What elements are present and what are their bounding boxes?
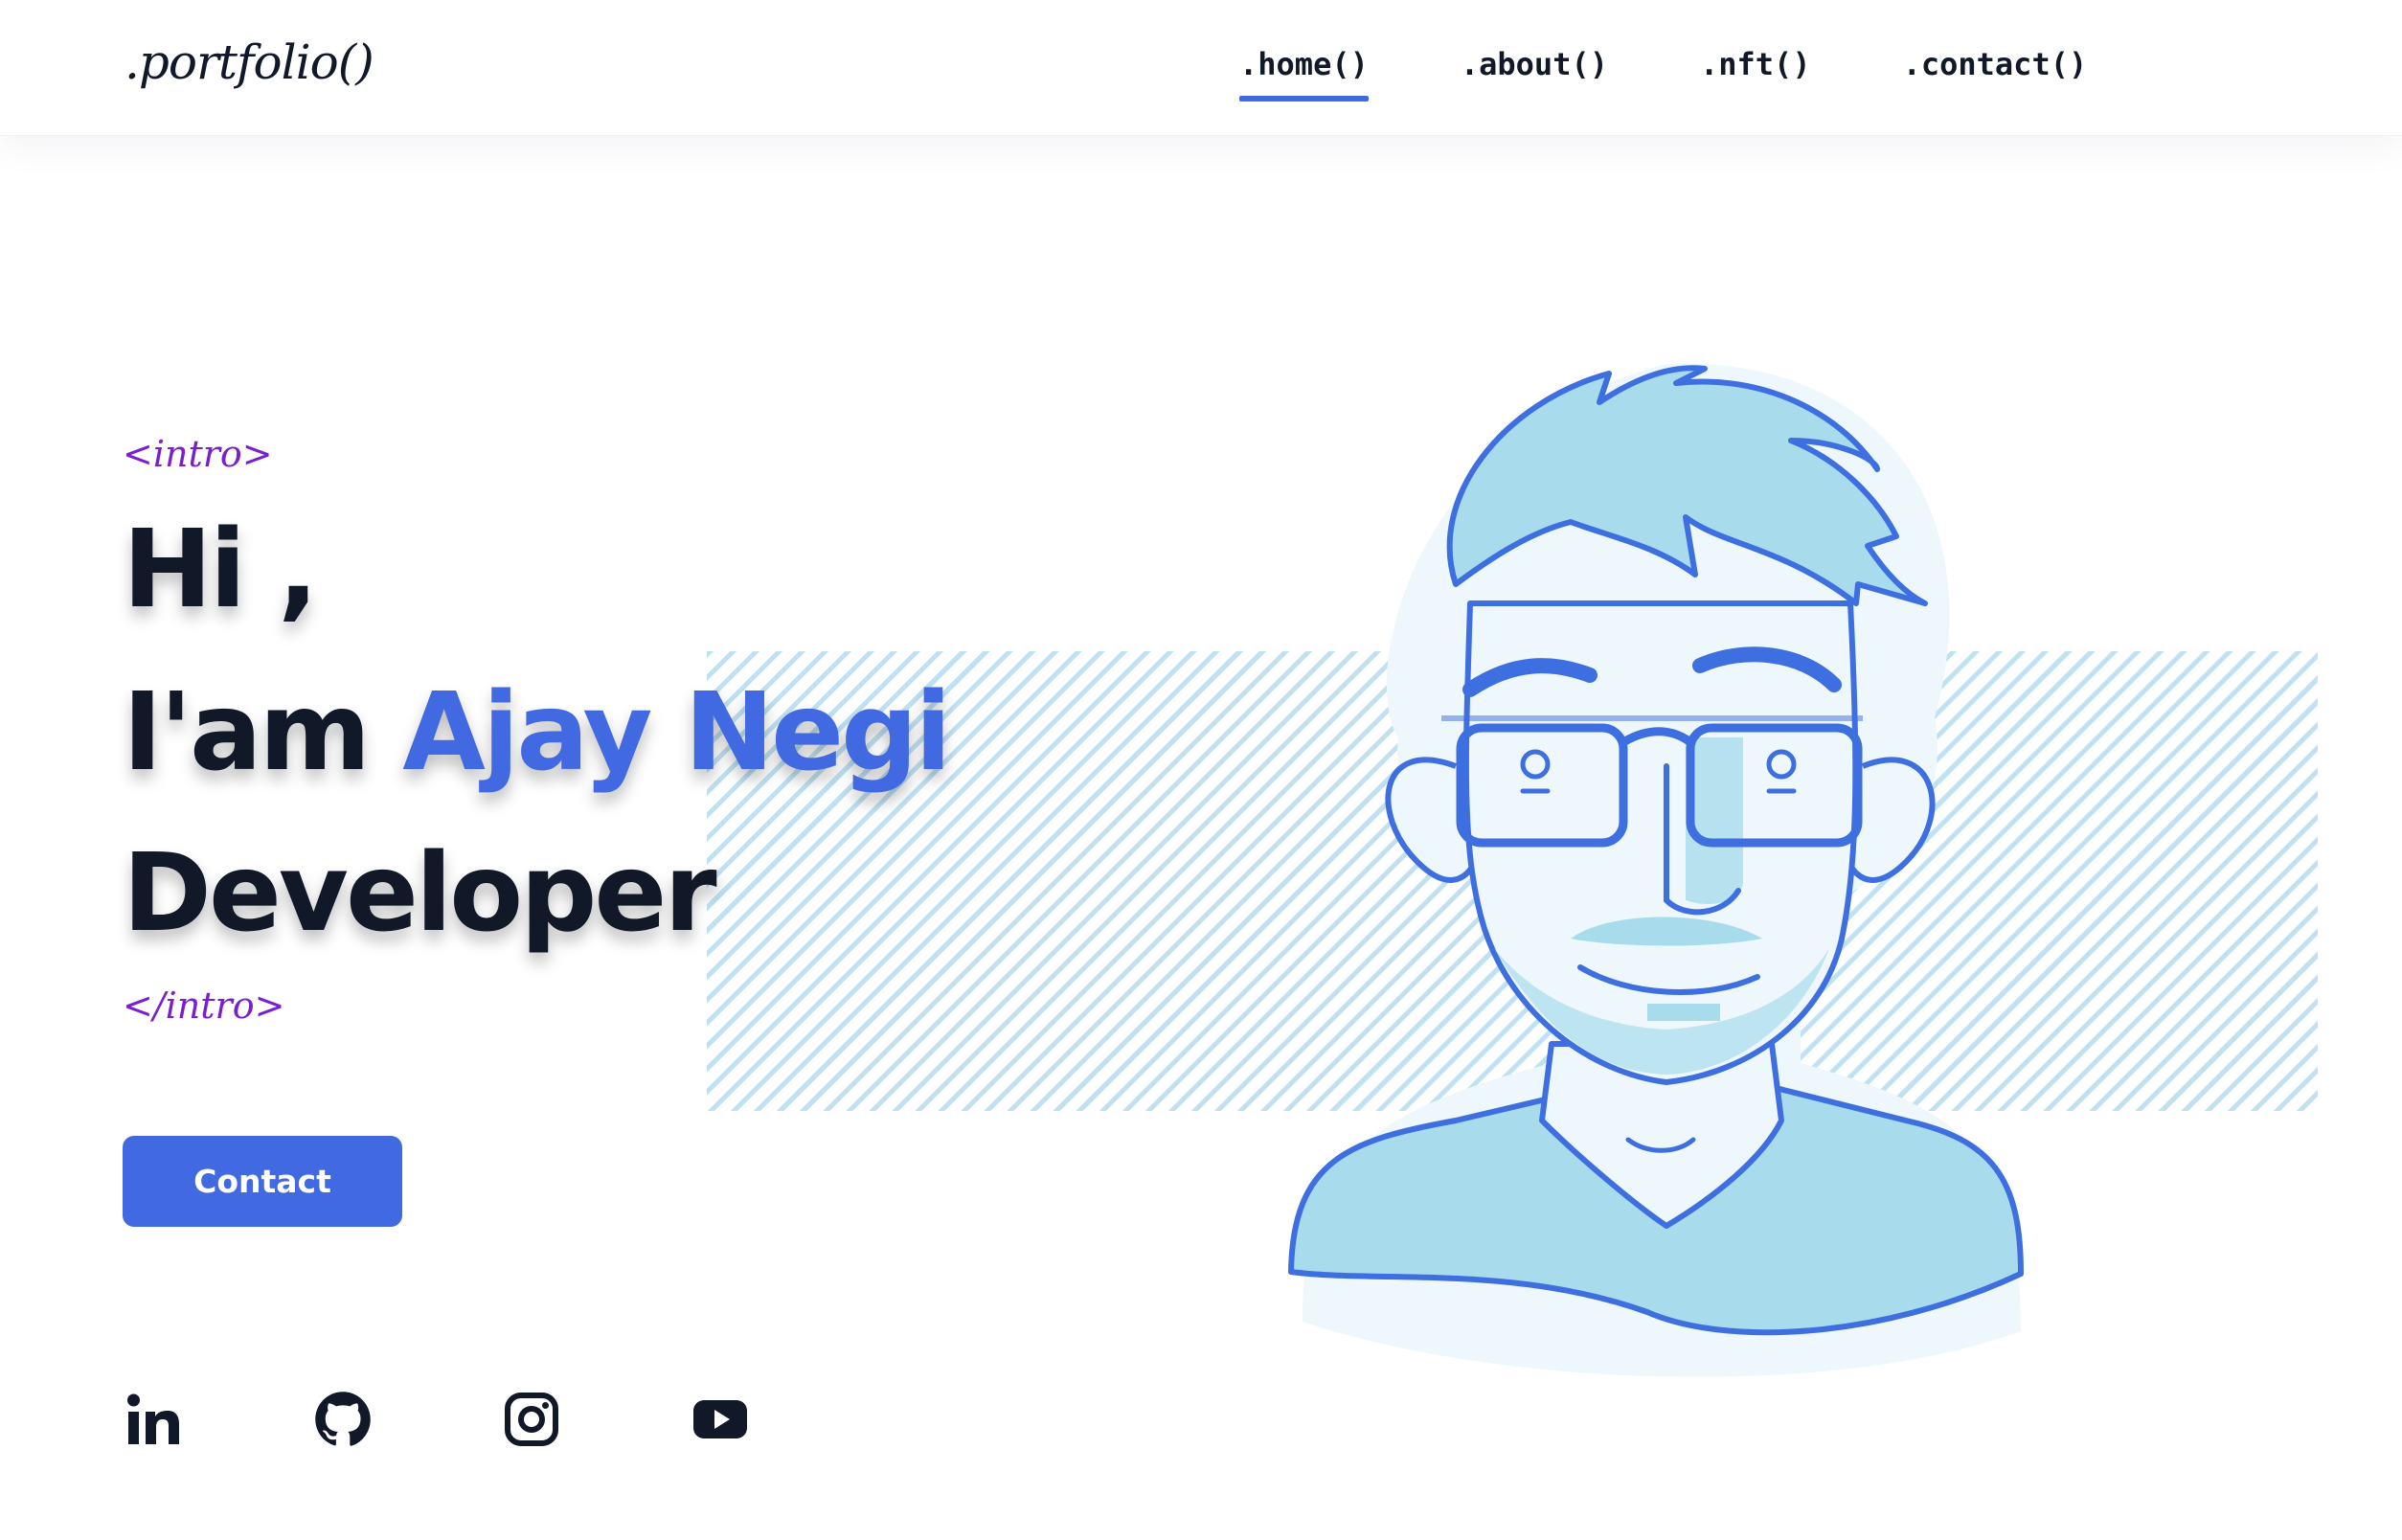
nav-item-nft[interactable]: .nft() — [1700, 46, 1811, 102]
nav-item-contact[interactable]: .contact() — [1903, 46, 2088, 102]
intro-close-tag: </intro> — [123, 985, 285, 1027]
intro-open-tag: <intro> — [123, 433, 273, 475]
avatar-illustration — [1288, 363, 2024, 1377]
github-icon[interactable] — [314, 1391, 372, 1448]
contact-button[interactable]: Contact — [123, 1136, 402, 1227]
linkedin-icon[interactable] — [125, 1391, 182, 1448]
hero-name-line: I'am Ajay Negi — [123, 670, 952, 795]
nav-menu: .home() .about() .nft() .contact() — [1239, 46, 2179, 102]
instagram-icon[interactable] — [503, 1391, 560, 1448]
hero-name: Ajay Negi — [402, 670, 951, 795]
nav-item-about[interactable]: .about() — [1461, 46, 1608, 102]
nav-item-home[interactable]: .home() — [1239, 46, 1369, 102]
hero-role: Developer — [123, 831, 717, 956]
hero-name-prefix: I'am — [123, 670, 403, 795]
site-logo[interactable]: .portfolio() — [125, 34, 374, 90]
navbar: .portfolio() .home() .about() .nft() .co… — [0, 0, 2402, 136]
youtube-icon[interactable] — [691, 1391, 749, 1448]
hero-greeting: Hi , — [123, 508, 319, 632]
